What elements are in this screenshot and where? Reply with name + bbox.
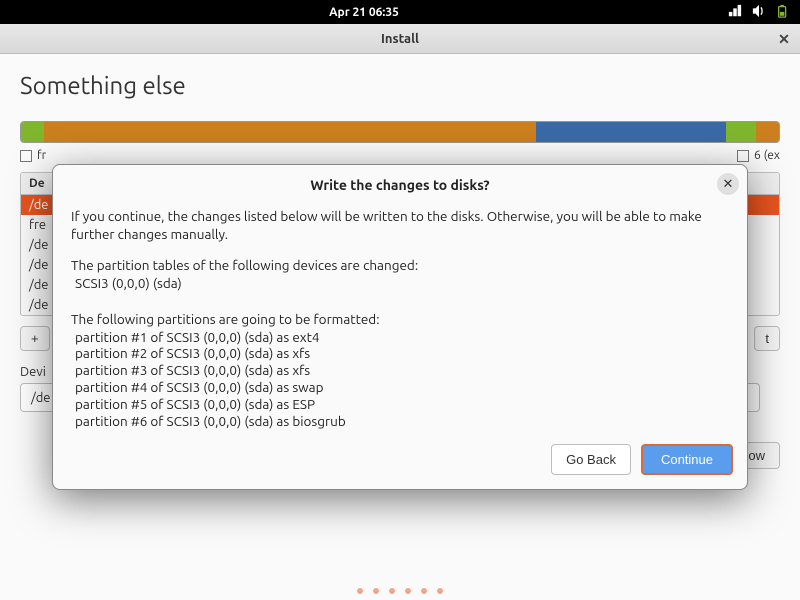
partition-line: partition #4 of SCSI3 (0,0,0) (sda) as s…	[75, 379, 729, 396]
go-back-button[interactable]: Go Back	[551, 444, 631, 475]
modal-backdrop: ✕ Write the changes to disks? If you con…	[0, 24, 800, 600]
confirm-dialog: ✕ Write the changes to disks? If you con…	[52, 164, 748, 490]
dialog-formatted-intro: The following partitions are going to be…	[71, 310, 729, 328]
dialog-title: Write the changes to disks?	[53, 165, 747, 203]
partition-line: partition #6 of SCSI3 (0,0,0) (sda) as b…	[75, 413, 729, 430]
network-icon[interactable]	[728, 4, 742, 21]
dialog-body: If you continue, the changes listed belo…	[53, 203, 747, 444]
volume-icon[interactable]	[752, 4, 766, 21]
system-topbar: Apr 21 06:35	[0, 0, 800, 24]
partition-line: partition #3 of SCSI3 (0,0,0) (sda) as x…	[75, 362, 729, 379]
dialog-buttons: Go Back Continue	[53, 444, 747, 475]
clock: Apr 21 06:35	[0, 6, 728, 19]
partition-line: partition #5 of SCSI3 (0,0,0) (sda) as E…	[75, 396, 729, 413]
dialog-device: SCSI3 (0,0,0) (sda)	[75, 274, 729, 292]
battery-icon[interactable]	[776, 4, 790, 21]
partition-line: partition #1 of SCSI3 (0,0,0) (sda) as e…	[75, 329, 729, 346]
dialog-partition-list: partition #1 of SCSI3 (0,0,0) (sda) as e…	[75, 329, 729, 430]
dialog-tables-changed: The partition tables of the following de…	[71, 256, 729, 274]
installer-window: Install ✕ Something else fr 6 (ex De /de…	[0, 24, 800, 600]
partition-line: partition #2 of SCSI3 (0,0,0) (sda) as x…	[75, 345, 729, 362]
system-tray	[728, 4, 800, 21]
continue-button[interactable]: Continue	[641, 444, 733, 475]
dialog-intro: If you continue, the changes listed belo…	[71, 207, 729, 243]
